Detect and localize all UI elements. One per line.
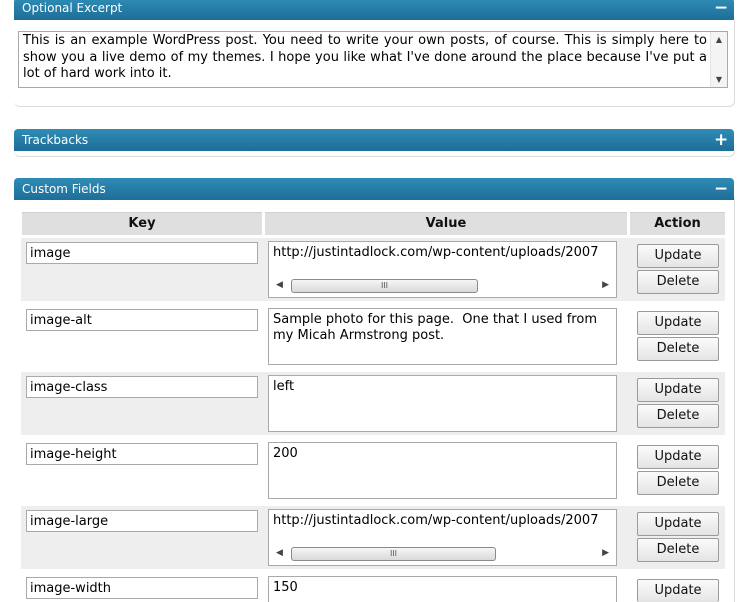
scroll-thumb[interactable]: III [291,279,478,293]
update-button[interactable]: Update [637,579,719,602]
collapse-icon[interactable]: − [714,178,728,200]
value-field[interactable]: Sample photo for this page. One that I u… [268,308,617,365]
delete-button[interactable]: Delete [637,270,719,294]
scroll-left-icon[interactable]: ◀ [276,545,283,561]
excerpt-textarea[interactable]: This is an example WordPress post. You n… [18,31,728,88]
value-field[interactable]: http://justintadlock.com/wp-content/uplo… [268,509,617,566]
value-text: http://justintadlock.com/wp-content/uplo… [273,513,599,528]
excerpt-box-header[interactable]: Optional Excerpt − [14,0,734,20]
custom-fields-box-header[interactable]: Custom Fields − [14,178,734,200]
custom-fields-box-title: Custom Fields [22,182,106,196]
excerpt-vertical-scrollbar[interactable]: ▲ ▼ [710,32,727,87]
update-button[interactable]: Update [637,244,719,268]
value-field[interactable]: 150 [268,576,617,602]
trackbacks-box-header[interactable]: Trackbacks + [14,129,734,151]
excerpt-box-title: Optional Excerpt [22,1,123,15]
key-field[interactable]: image-large [26,510,258,532]
delete-button[interactable]: Delete [637,404,719,428]
value-horizontal-scrollbar[interactable]: ◀ III ▶ [273,545,612,561]
update-button[interactable]: Update [637,512,719,536]
value-field[interactable]: 200 [268,442,617,499]
value-text: Sample photo for this page. One that I u… [273,312,602,343]
delete-button[interactable]: Delete [637,538,719,562]
key-field[interactable]: image-class [26,376,258,398]
delete-button[interactable]: Delete [637,337,719,361]
value-text: http://justintadlock.com/wp-content/uplo… [273,245,599,260]
key-field[interactable]: image [26,242,258,264]
update-button[interactable]: Update [637,311,719,335]
column-header-action: Action [630,212,725,235]
value-horizontal-scrollbar[interactable]: ◀ III ▶ [273,277,612,293]
scroll-thumb[interactable]: III [291,547,496,561]
delete-button[interactable]: Delete [637,471,719,495]
update-button[interactable]: Update [637,445,719,469]
key-field[interactable]: image-width [26,577,258,599]
value-field[interactable]: left [268,375,617,432]
expand-icon[interactable]: + [714,129,728,151]
column-header-value: Value [265,212,627,235]
scroll-right-icon[interactable]: ▶ [602,545,609,561]
scroll-left-icon[interactable]: ◀ [276,277,283,293]
value-text: 200 [273,446,298,461]
scroll-right-icon[interactable]: ▶ [602,277,609,293]
value-text: 150 [273,580,298,595]
trackbacks-box-title: Trackbacks [22,133,89,147]
key-field[interactable]: image-height [26,443,258,465]
value-text: left [273,379,295,394]
trackbacks-box-bottom [14,151,735,157]
update-button[interactable]: Update [637,378,719,402]
column-header-key: Key [22,212,262,235]
scroll-up-icon[interactable]: ▲ [711,35,727,44]
key-field[interactable]: image-alt [26,309,258,331]
excerpt-text: This is an example WordPress post. You n… [23,33,707,81]
value-field[interactable]: http://justintadlock.com/wp-content/uplo… [268,241,617,298]
scroll-down-icon[interactable]: ▼ [711,75,727,84]
collapse-icon[interactable]: − [714,0,728,18]
